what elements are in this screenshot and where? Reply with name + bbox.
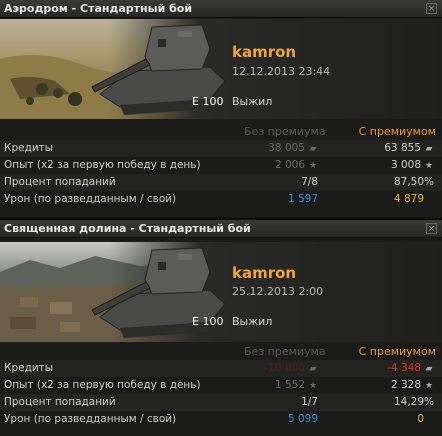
vehicle-name: E 100 <box>192 315 224 328</box>
stat-row-credits: Кредиты 38 005 ▰ 63 855 ▰ <box>0 140 442 157</box>
stat-row-accuracy: Процент попаданий 1/7 14,29% <box>0 394 442 411</box>
survival-status: Выжил <box>232 95 273 108</box>
header-no-premium: Без премиума <box>244 345 326 358</box>
stat-row-experience: Опыт (x2 за первую победу в день) 1 552 ★… <box>4 379 434 391</box>
xp-icon: ★ <box>424 161 434 171</box>
battle-date: 12.12.2013 23:44 <box>232 65 331 78</box>
stat-row-credits: Кредиты -10 000 ▰ -4 348 ▰ <box>0 360 442 377</box>
credits-icon: ▰ <box>425 364 433 374</box>
header-premium: С премиумом <box>358 125 436 138</box>
stat-row-accuracy: Процент попаданий 7/8 87,50% <box>0 174 442 191</box>
player-name: kamron <box>232 43 297 61</box>
vehicle-name: E 100 <box>192 95 224 108</box>
xp-icon: ★ <box>424 381 434 391</box>
battle-result-panel-2: Священная долина - Стандартный бой × kam… <box>0 220 442 436</box>
battle-title: Аэродром - Стандартный бой <box>0 0 442 18</box>
close-icon[interactable]: × <box>426 223 437 234</box>
battle-banner: kamron 12.12.2013 23:44 E 100 Выжил <box>0 19 442 119</box>
stat-row-experience: Опыт (x2 за первую победу в день) 2 006 ★… <box>4 159 434 171</box>
battle-result-panel-1: Аэродром - Стандартный бой × kamron 12.1… <box>0 0 442 218</box>
xp-icon: ★ <box>308 161 318 171</box>
credits-icon: ▰ <box>309 364 317 374</box>
close-icon[interactable]: × <box>426 3 437 14</box>
stat-row-damage: Урон (по разведданным / свой) 1 597 4 87… <box>4 193 424 205</box>
xp-icon: ★ <box>308 381 318 391</box>
credits-icon: ▰ <box>425 144 433 154</box>
battle-title: Священная долина - Стандартный бой <box>0 220 442 238</box>
header-premium: С премиумом <box>358 345 436 358</box>
survival-status: Выжил <box>232 315 273 328</box>
player-name: kamron <box>232 264 297 282</box>
stat-row-damage: Урон (по разведданным / свой) 5 099 0 <box>4 413 424 425</box>
battle-date: 25.12.2013 2:00 <box>232 285 324 298</box>
credits-icon: ▰ <box>309 144 317 154</box>
header-no-premium: Без премиума <box>244 125 326 138</box>
battle-banner: kamron 25.12.2013 2:00 E 100 Выжил <box>0 242 442 342</box>
